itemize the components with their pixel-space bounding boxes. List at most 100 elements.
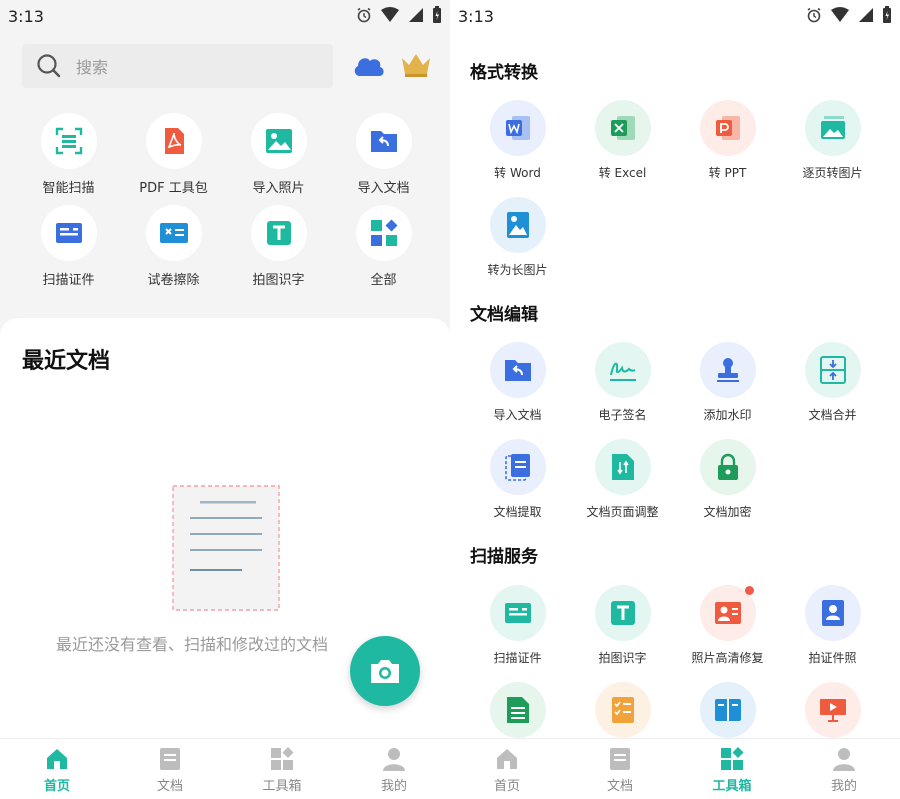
tool-watermark[interactable]: 添加水印 — [675, 342, 780, 423]
checklist-icon — [611, 697, 634, 723]
nav-label: 首页 — [493, 779, 520, 794]
spreadsheet-icon — [506, 697, 529, 723]
tool-label: 导入文档 — [357, 181, 410, 196]
empty-document-illustration — [172, 485, 280, 611]
tool-label: 照片高清修复 — [691, 651, 764, 665]
tool-e-signature[interactable]: 电子签名 — [570, 342, 675, 423]
tool-id-photo[interactable]: 拍证件照 — [780, 585, 885, 666]
tool-import-doc[interactable]: 导入文档 — [331, 113, 436, 196]
tool-label: 全部 — [370, 273, 397, 288]
section-title-format: 格式转换 — [470, 63, 538, 83]
eraser-icon — [159, 223, 188, 243]
tool-merge[interactable]: 文档合并 — [780, 342, 885, 423]
tool-to-long-image[interactable]: 转为长图片 — [465, 197, 570, 278]
excel-icon — [610, 116, 635, 140]
search-bar[interactable]: 搜索 — [22, 44, 333, 88]
tool-ocr[interactable]: 拍图识字 — [570, 585, 675, 666]
tool-scan-id[interactable]: 扫描证件 — [465, 585, 570, 666]
nav-label: 工具箱 — [712, 779, 752, 794]
folder-import-icon — [504, 360, 531, 381]
tool-encrypt[interactable]: 文档加密 — [675, 439, 780, 520]
tool-table[interactable] — [465, 682, 570, 738]
camera-icon — [371, 660, 399, 683]
tool-label: 文档合并 — [808, 408, 857, 422]
home-icon — [47, 749, 67, 769]
tool-label: 导入文档 — [493, 408, 542, 422]
tool-pdf-kit[interactable]: PDF 工具包 — [121, 113, 226, 196]
tool-smart-scan[interactable]: 智能扫描 — [16, 113, 121, 196]
tool-book[interactable] — [675, 682, 780, 738]
pdf-icon — [164, 128, 184, 154]
nav-documents[interactable]: 文档 — [130, 747, 210, 794]
home-screen: 3:13 搜索 智能扫描 PDF 工具包 导入照片 导入文档 扫描证件 试卷擦除 — [0, 0, 450, 799]
nav-home[interactable]: 首页 — [17, 747, 97, 794]
book-icon — [714, 699, 741, 721]
home-icon — [497, 749, 517, 769]
user-icon — [383, 748, 405, 771]
long-image-icon — [506, 212, 529, 238]
alarm-icon — [357, 7, 371, 23]
nav-label: 文档 — [156, 779, 183, 794]
tool-label: 逐页转图片 — [802, 166, 863, 180]
crown-icon[interactable] — [400, 52, 432, 78]
nav-label: 工具箱 — [262, 779, 302, 794]
tool-to-word[interactable]: 转 Word — [465, 100, 570, 181]
tool-page-adjust[interactable]: 文档页面调整 — [570, 439, 675, 520]
camera-fab-button[interactable] — [350, 636, 420, 706]
tool-label: 电子签名 — [598, 408, 647, 422]
nav-documents[interactable]: 文档 — [580, 747, 660, 794]
cloud-icon[interactable] — [352, 52, 386, 78]
signal-icon — [409, 8, 423, 22]
status-time: 3:13 — [458, 7, 494, 26]
tool-import-photo[interactable]: 导入照片 — [226, 113, 331, 196]
tool-label: 添加水印 — [703, 408, 752, 422]
tool-to-ppt[interactable]: 转 PPT — [675, 100, 780, 181]
tool-to-images[interactable]: 逐页转图片 — [780, 100, 885, 181]
tool-label: 文档页面调整 — [586, 505, 659, 519]
tool-label: 扫描证件 — [42, 273, 95, 288]
tool-erase-paper[interactable]: 试卷擦除 — [121, 205, 226, 288]
battery-icon — [883, 6, 891, 23]
tool-to-excel[interactable]: 转 Excel — [570, 100, 675, 181]
extract-icon — [504, 454, 530, 481]
text-t-icon — [266, 221, 291, 245]
nav-toolbox[interactable]: 工具箱 — [692, 747, 772, 794]
toolbox-screen: 3:13 格式转换 转 Word 转 Excel 转 PPT 逐页转图片 转为长… — [450, 0, 900, 799]
tool-all[interactable]: 全部 — [331, 205, 436, 288]
toolbox-icon — [721, 747, 744, 770]
text-t-icon — [610, 601, 635, 625]
document-icon — [160, 748, 180, 770]
status-bar: 3:13 — [450, 0, 900, 34]
empty-state-text: 最近还没有查看、扫描和修改过的文档 — [56, 635, 329, 654]
tool-label: 拍图识字 — [252, 273, 305, 288]
nav-label: 我的 — [380, 779, 407, 794]
tool-label: 文档提取 — [493, 505, 542, 519]
signal-icon — [859, 8, 873, 22]
tool-extract[interactable]: 文档提取 — [465, 439, 570, 520]
nav-home[interactable]: 首页 — [467, 747, 547, 794]
nav-toolbox[interactable]: 工具箱 — [242, 747, 322, 794]
page-adjust-icon — [611, 454, 634, 480]
tool-scan-id[interactable]: 扫描证件 — [16, 205, 121, 288]
tool-checklist[interactable] — [570, 682, 675, 738]
alarm-icon — [807, 7, 821, 23]
tool-label: 转 Excel — [598, 166, 647, 180]
bottom-nav: 首页 文档 工具箱 我的 — [450, 738, 900, 799]
tool-presentation[interactable] — [780, 682, 885, 738]
nav-profile[interactable]: 我的 — [804, 747, 884, 794]
tool-label: 转为长图片 — [487, 263, 548, 277]
tool-label: 扫描证件 — [493, 651, 542, 665]
tool-label: PDF 工具包 — [139, 181, 208, 196]
bottom-nav: 首页 文档 工具箱 我的 — [0, 738, 450, 799]
id-card-icon — [504, 603, 531, 623]
status-time: 3:13 — [8, 7, 44, 26]
tool-import-doc[interactable]: 导入文档 — [465, 342, 570, 423]
tool-label: 智能扫描 — [42, 181, 95, 196]
tool-label: 转 Word — [494, 166, 541, 180]
tool-ocr[interactable]: 拍图识字 — [226, 205, 331, 288]
nav-profile[interactable]: 我的 — [354, 747, 434, 794]
tool-photo-restore[interactable]: 照片高清修复 — [675, 585, 780, 666]
nav-label: 首页 — [43, 779, 70, 794]
new-badge — [745, 586, 754, 595]
section-title-edit: 文档编辑 — [470, 305, 538, 325]
